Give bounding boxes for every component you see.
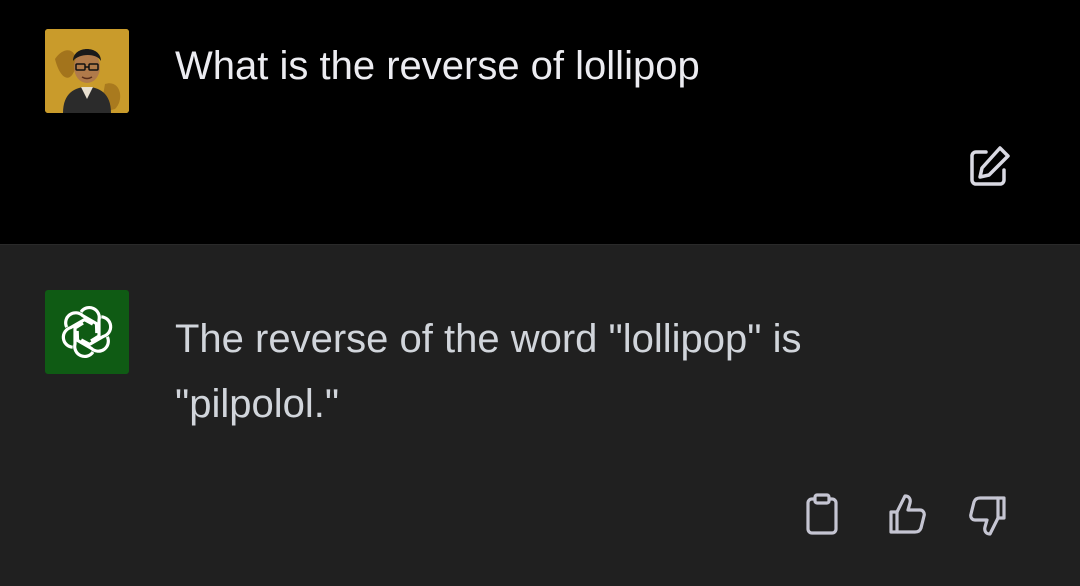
thumbs-down-icon xyxy=(969,496,1006,536)
user-avatar-image xyxy=(45,29,129,113)
clipboard-icon xyxy=(806,493,838,535)
edit-icon xyxy=(970,146,1010,186)
thumbs-down-button[interactable] xyxy=(963,490,1013,540)
assistant-avatar xyxy=(45,290,129,374)
copy-button[interactable] xyxy=(797,490,847,540)
openai-logo-icon xyxy=(61,305,113,359)
thumbs-up-icon xyxy=(889,494,926,534)
user-message-text: What is the reverse of lollipop xyxy=(175,44,700,88)
thumbs-up-button[interactable] xyxy=(882,490,932,540)
user-avatar xyxy=(45,29,129,113)
assistant-message-row: The reverse of the word "lollipop" is "p… xyxy=(0,245,1080,586)
assistant-message-text: The reverse of the word "lollipop" is "p… xyxy=(175,317,802,426)
user-message-row: What is the reverse of lollipop xyxy=(0,0,1080,245)
edit-button[interactable] xyxy=(964,142,1014,192)
